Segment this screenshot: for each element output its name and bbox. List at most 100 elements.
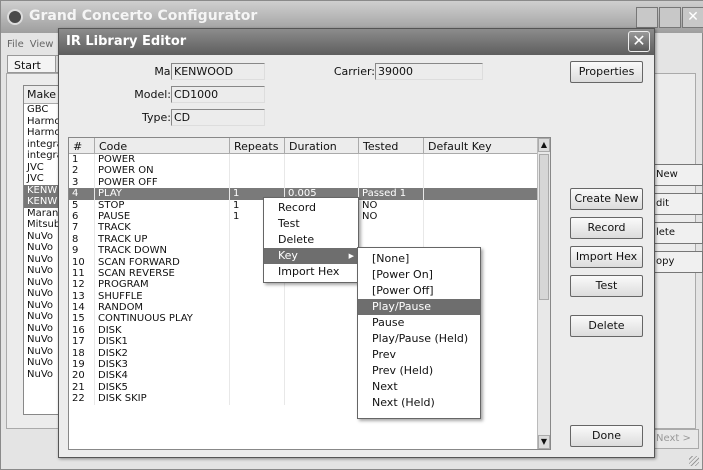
tab-start[interactable]: Start bbox=[7, 55, 57, 73]
app-icon bbox=[7, 9, 23, 25]
table-cell-code: RANDOM bbox=[95, 302, 230, 314]
new-button[interactable]: New bbox=[651, 164, 703, 186]
delete-make-button[interactable]: lete bbox=[651, 222, 703, 244]
key-submenu-item[interactable]: [Power Off] bbox=[358, 283, 480, 299]
make-field[interactable]: KENWOOD bbox=[171, 63, 265, 80]
column-header-repeats[interactable]: Repeats bbox=[230, 138, 285, 154]
table-cell-duration bbox=[285, 381, 359, 394]
scroll-down-icon[interactable]: ▼ bbox=[538, 435, 550, 449]
test-button[interactable]: Test bbox=[570, 275, 643, 297]
table-cell-n: 20 bbox=[69, 370, 95, 382]
table-cell-n: 21 bbox=[69, 381, 95, 394]
key-submenu-item[interactable]: Prev (Held) bbox=[358, 363, 480, 379]
key-submenu-item[interactable]: Play/Pause (Held) bbox=[358, 331, 480, 347]
table-row[interactable]: 2 POWER ON bbox=[69, 165, 539, 177]
delete-button[interactable]: Delete bbox=[570, 315, 643, 337]
table-cell-repeats bbox=[230, 324, 285, 337]
context-menu-test[interactable]: Test bbox=[264, 216, 358, 232]
table-cell-repeats bbox=[230, 165, 285, 177]
close-icon[interactable]: ✕ bbox=[628, 31, 650, 52]
table-cell-default-key bbox=[424, 233, 539, 246]
context-menu-key[interactable]: Key ▶ bbox=[264, 248, 358, 264]
next-button[interactable]: Next > bbox=[651, 429, 699, 449]
column-header-tested[interactable]: Tested bbox=[359, 138, 424, 154]
table-cell-n: 11 bbox=[69, 267, 95, 280]
table-cell-n: 5 bbox=[69, 199, 95, 211]
table-cell-repeats bbox=[230, 347, 285, 360]
table-cell-duration bbox=[285, 176, 359, 189]
table-scrollbar[interactable]: ▲ ▼ bbox=[537, 138, 550, 449]
key-submenu-item[interactable]: Prev bbox=[358, 347, 480, 363]
key-submenu-item[interactable]: Next bbox=[358, 379, 480, 395]
key-submenu-item[interactable]: [Power On] bbox=[358, 267, 480, 283]
scroll-up-icon[interactable]: ▲ bbox=[538, 138, 550, 152]
table-cell-repeats bbox=[230, 393, 285, 405]
table-cell-n: 2 bbox=[69, 165, 95, 177]
properties-button[interactable]: Properties bbox=[570, 61, 643, 83]
resize-grip[interactable] bbox=[689, 456, 699, 466]
scroll-thumb[interactable] bbox=[539, 154, 549, 300]
table-cell-code: POWER OFF bbox=[95, 176, 230, 189]
table-row[interactable]: 1 POWER bbox=[69, 154, 539, 166]
column-header-number[interactable]: # bbox=[69, 138, 95, 154]
table-cell-n: 13 bbox=[69, 290, 95, 303]
context-menu-delete[interactable]: Delete bbox=[264, 232, 358, 248]
context-menu-import-hex[interactable]: Import Hex bbox=[264, 264, 358, 280]
menu-file[interactable]: File bbox=[7, 39, 24, 50]
background-close-icon[interactable]: ✕ bbox=[682, 7, 703, 28]
key-submenu-item[interactable]: Next (Held) bbox=[358, 395, 480, 411]
carrier-label: Carrier: bbox=[333, 65, 375, 78]
copy-button[interactable]: opy bbox=[651, 251, 703, 273]
table-cell-repeats bbox=[230, 302, 285, 314]
column-header-duration[interactable]: Duration bbox=[285, 138, 359, 154]
table-row[interactable]: 3 POWER OFF bbox=[69, 176, 539, 189]
table-cell-repeats bbox=[230, 313, 285, 325]
table-cell-n: 22 bbox=[69, 393, 95, 405]
table-cell-n: 10 bbox=[69, 256, 95, 268]
column-header-code[interactable]: Code bbox=[95, 138, 230, 154]
table-cell-code: DISK4 bbox=[95, 370, 230, 382]
record-button[interactable]: Record bbox=[570, 217, 643, 239]
table-cell-duration bbox=[285, 359, 359, 371]
menu-view[interactable]: View bbox=[30, 39, 54, 50]
import-hex-button[interactable]: Import Hex bbox=[570, 246, 643, 268]
key-submenu: [None] [Power On] [Power Off] Play/Pause Pau… bbox=[357, 247, 481, 419]
table-cell-default-key bbox=[424, 199, 539, 211]
table-cell-n: 9 bbox=[69, 245, 95, 257]
type-label: Type: bbox=[142, 111, 171, 124]
create-new-button[interactable]: Create New bbox=[570, 188, 643, 210]
table-cell-repeats bbox=[230, 154, 285, 166]
type-field[interactable]: CD bbox=[171, 109, 265, 126]
row-context-menu: Record Test Delete Key ▶ Import Hex bbox=[263, 197, 359, 283]
table-cell-code: SCAN FORWARD bbox=[95, 256, 230, 268]
table-cell-tested: NO bbox=[359, 210, 424, 223]
minimize-icon[interactable] bbox=[636, 7, 658, 28]
table-cell-repeats bbox=[230, 359, 285, 371]
key-submenu-item[interactable]: Play/Pause bbox=[358, 299, 480, 315]
table-cell-n: 18 bbox=[69, 347, 95, 360]
context-menu-record[interactable]: Record bbox=[264, 200, 358, 216]
background-menu-bar: File View bbox=[7, 39, 59, 50]
table-cell-repeats bbox=[230, 176, 285, 189]
carrier-field[interactable]: 39000 bbox=[375, 63, 483, 80]
table-cell-repeats bbox=[230, 336, 285, 348]
column-header-default-key[interactable]: Default Key bbox=[424, 138, 539, 154]
table-cell-code: STOP bbox=[95, 199, 230, 211]
table-cell-tested: Passed 1 bbox=[359, 188, 424, 200]
edit-button[interactable]: dit bbox=[651, 193, 703, 215]
key-submenu-item[interactable]: [None] bbox=[358, 251, 480, 267]
table-cell-tested: NO bbox=[359, 199, 424, 211]
model-label: Model: bbox=[134, 88, 171, 101]
table-cell-code: DISK5 bbox=[95, 381, 230, 394]
done-button[interactable]: Done bbox=[570, 425, 643, 447]
table-cell-n: 1 bbox=[69, 154, 95, 166]
table-cell-code: DISK SKIP bbox=[95, 393, 230, 405]
table-cell-default-key bbox=[424, 222, 539, 234]
table-cell-code: CONTINUOUS PLAY bbox=[95, 313, 230, 325]
model-field[interactable]: CD1000 bbox=[171, 86, 265, 103]
table-cell-default-key bbox=[424, 154, 539, 166]
table-cell-duration bbox=[285, 165, 359, 177]
table-cell-default-key bbox=[424, 210, 539, 223]
key-submenu-item[interactable]: Pause bbox=[358, 315, 480, 331]
maximize-icon[interactable] bbox=[659, 7, 681, 28]
